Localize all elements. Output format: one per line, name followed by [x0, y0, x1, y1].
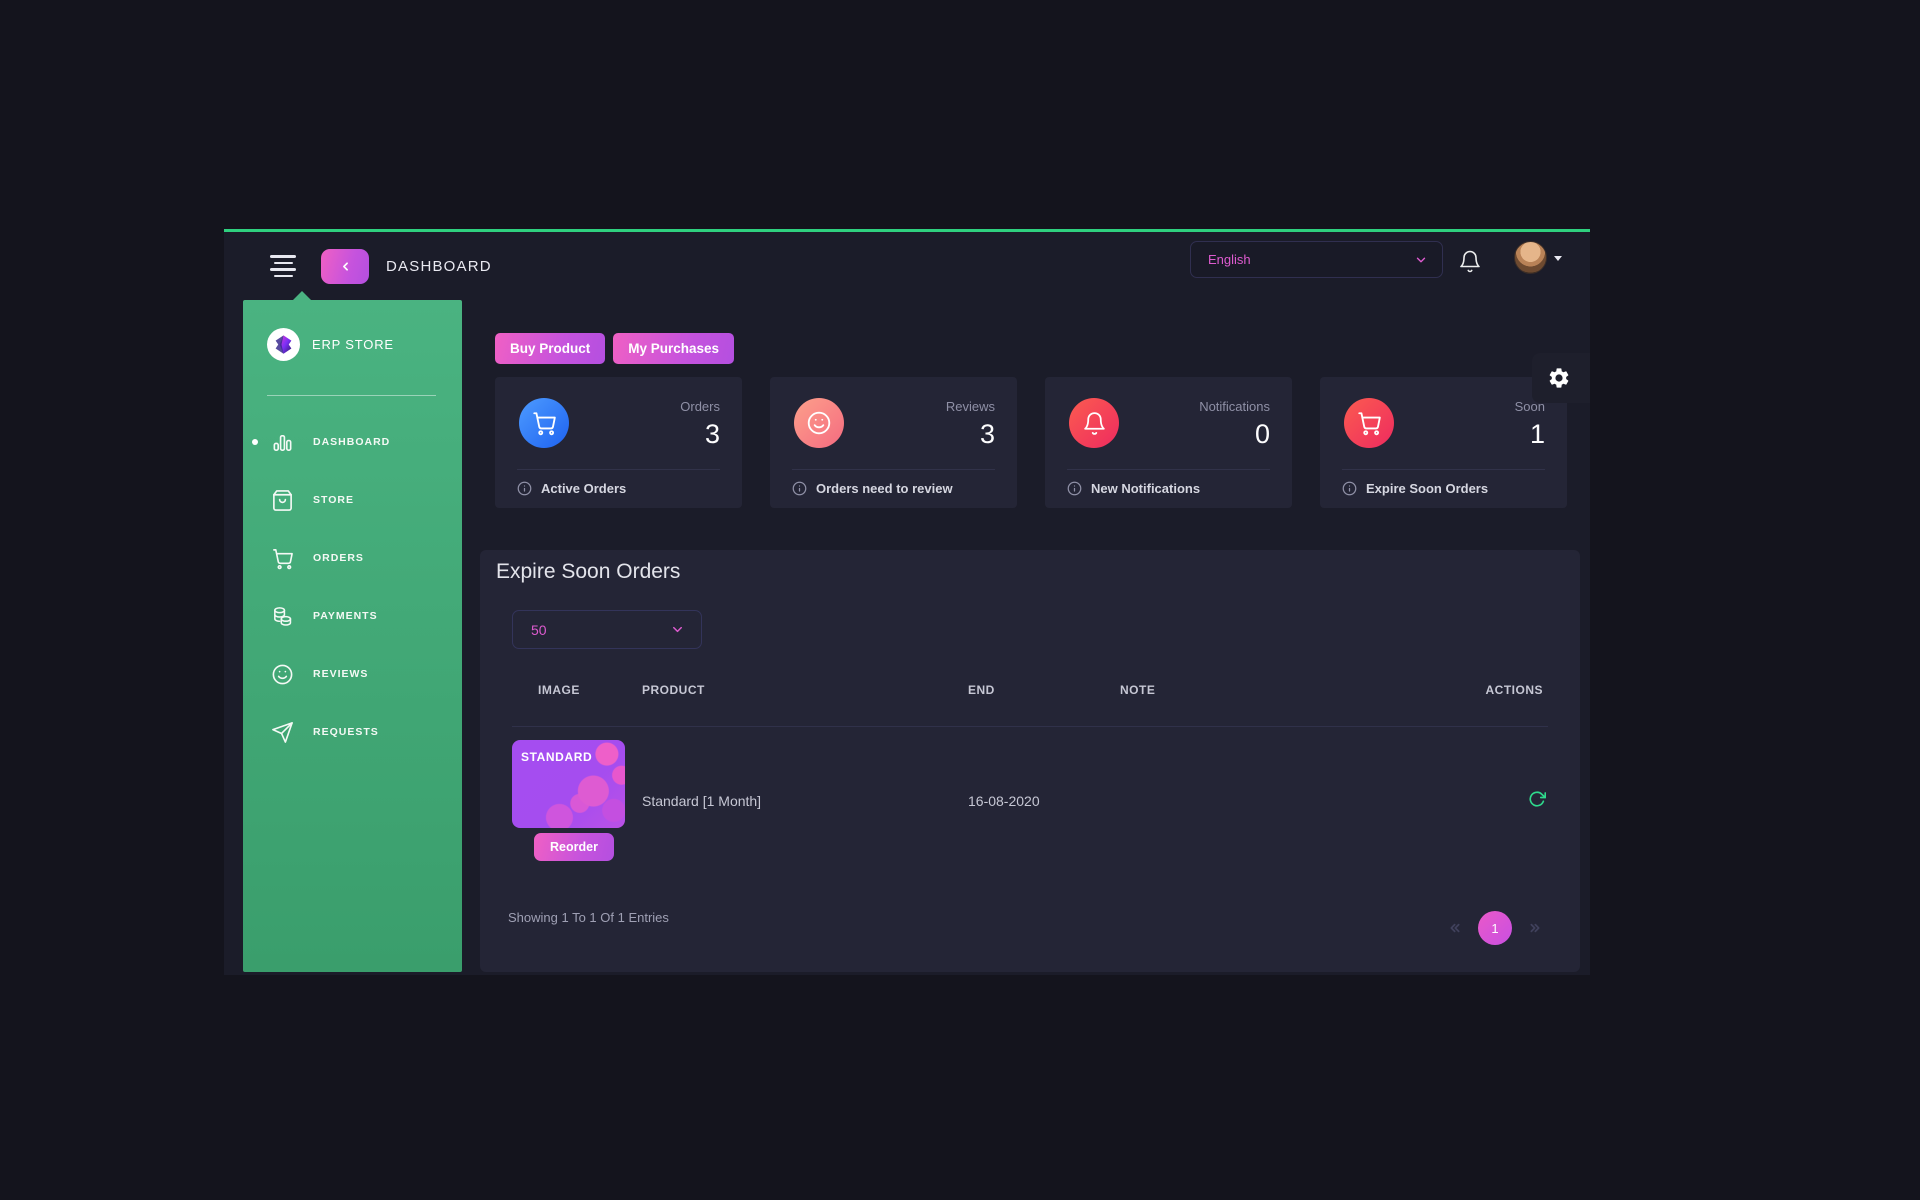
avatar-caret-icon[interactable]: [1554, 256, 1562, 261]
stat-value: 0: [1254, 419, 1270, 449]
reorder-button[interactable]: Reorder: [534, 833, 614, 861]
buy-product-button[interactable]: Buy Product: [495, 333, 606, 364]
sidebar-item-requests[interactable]: REQUESTS: [243, 703, 462, 761]
coins-icon: [271, 605, 294, 628]
stat-caption-text: New Notifications: [1091, 481, 1201, 496]
brand-logo-icon: [267, 328, 300, 361]
menu-toggle-icon[interactable]: [270, 255, 296, 277]
app-window: DASHBOARD English ERP STORE DASHBOARD ST…: [224, 229, 1590, 975]
stat-caption: Active Orders: [517, 481, 626, 496]
brand-name: ERP STORE: [312, 337, 394, 352]
sidebar-item-dashboard[interactable]: DASHBOARD: [243, 413, 462, 471]
gear-icon: [1549, 368, 1569, 388]
card-divider: [517, 469, 720, 470]
active-dot: [252, 439, 258, 445]
card-divider: [1067, 469, 1270, 470]
stat-card-orders: Orders 3 Active Orders: [495, 377, 742, 508]
user-avatar[interactable]: [1514, 241, 1547, 274]
product-image[interactable]: STANDARD: [512, 740, 625, 828]
bar-chart-icon: [271, 431, 294, 454]
stat-caption: Expire Soon Orders: [1342, 481, 1488, 496]
sidebar-item-label: STORE: [313, 494, 354, 506]
panel-title: Expire Soon Orders: [496, 560, 681, 583]
brand[interactable]: ERP STORE: [267, 328, 394, 361]
sidebar-notch: [293, 291, 311, 300]
top-accent-line: [224, 229, 1590, 232]
stat-label: Notifications: [1199, 399, 1270, 414]
sidebar-nav: DASHBOARD STORE ORDERS PAYMENTS REVIEWS …: [243, 413, 462, 761]
sidebar-divider: [267, 395, 436, 396]
column-header-end: END: [968, 683, 995, 697]
smiley-icon: [794, 398, 844, 448]
info-icon: [517, 481, 532, 496]
stat-caption-text: Orders need to review: [816, 481, 953, 496]
stat-card-reviews: Reviews 3 Orders need to review: [770, 377, 1017, 508]
stat-caption-text: Active Orders: [541, 481, 627, 496]
sidebar-item-label: DASHBOARD: [313, 436, 391, 448]
shopping-bag-icon: [271, 489, 294, 512]
product-image-label: STANDARD: [521, 750, 593, 764]
column-header-actions: ACTIONS: [1485, 683, 1543, 697]
sidebar-item-store[interactable]: STORE: [243, 471, 462, 529]
back-button[interactable]: [321, 249, 369, 284]
sidebar: ERP STORE DASHBOARD STORE ORDERS PAYMENT…: [243, 291, 462, 972]
notifications-bell-icon[interactable]: [1458, 248, 1482, 275]
column-header-note: NOTE: [1120, 683, 1156, 697]
stat-card-notifications: Notifications 0 New Notifications: [1045, 377, 1292, 508]
chevron-down-icon: [673, 626, 682, 633]
sidebar-item-reviews[interactable]: REVIEWS: [243, 645, 462, 703]
language-select-value: English: [1208, 252, 1251, 267]
settings-panel-toggle[interactable]: [1532, 353, 1590, 403]
stat-label: Reviews: [945, 399, 995, 414]
pagination-next-icon[interactable]: [1528, 920, 1544, 936]
stat-caption: Orders need to review: [792, 481, 953, 496]
bell-icon: [1069, 398, 1119, 448]
shopping-cart-icon: [519, 398, 569, 448]
stat-label: Orders: [680, 399, 720, 414]
info-icon: [1342, 481, 1357, 496]
page-title: DASHBOARD: [386, 258, 492, 275]
sidebar-item-payments[interactable]: PAYMENTS: [243, 587, 462, 645]
pagination-prev-icon[interactable]: [1446, 920, 1462, 936]
page-size-select[interactable]: 50: [512, 610, 702, 649]
sidebar-item-label: PAYMENTS: [313, 610, 378, 622]
stat-caption: New Notifications: [1067, 481, 1200, 496]
table-header-divider: [512, 726, 1548, 727]
stat-cards: Orders 3 Active Orders Reviews 3 Orders …: [495, 377, 1567, 508]
sidebar-item-label: REQUESTS: [313, 726, 379, 738]
smiley-icon: [271, 663, 294, 686]
chevron-down-icon: [1416, 257, 1426, 262]
stat-value: 3: [979, 419, 995, 449]
my-purchases-button[interactable]: My Purchases: [613, 333, 735, 364]
toolbar: Buy Product My Purchases: [495, 333, 735, 364]
stat-card-expire-soon: Soon 1 Expire Soon Orders: [1320, 377, 1567, 508]
page-size-value: 50: [531, 621, 547, 638]
language-select[interactable]: English: [1190, 241, 1443, 278]
pagination-page-1[interactable]: 1: [1478, 911, 1512, 945]
card-divider: [1342, 469, 1545, 470]
cell-product: Standard [1 Month]: [642, 793, 762, 809]
expire-soon-orders-panel: Expire Soon Orders 50 IMAGE PRODUCT END …: [480, 550, 1580, 972]
sidebar-item-label: REVIEWS: [313, 668, 369, 680]
pagination: 1: [1446, 908, 1544, 948]
chevron-left-icon: [342, 262, 348, 271]
shopping-cart-icon: [1344, 398, 1394, 448]
card-divider: [792, 469, 995, 470]
column-header-product: PRODUCT: [642, 683, 705, 697]
info-icon: [792, 481, 807, 496]
info-icon: [1067, 481, 1082, 496]
reorder-refresh-icon[interactable]: [1528, 790, 1546, 808]
shopping-cart-icon: [271, 547, 294, 570]
cell-end: 16-08-2020: [968, 793, 1040, 809]
sidebar-item-orders[interactable]: ORDERS: [243, 529, 462, 587]
stat-caption-text: Expire Soon Orders: [1366, 481, 1489, 496]
entries-summary: Showing 1 To 1 Of 1 Entries: [508, 910, 669, 925]
column-header-image: IMAGE: [538, 683, 580, 697]
paper-plane-icon: [271, 721, 294, 744]
stat-value: 1: [1529, 419, 1545, 449]
sidebar-item-label: ORDERS: [313, 552, 364, 564]
stat-value: 3: [704, 419, 720, 449]
